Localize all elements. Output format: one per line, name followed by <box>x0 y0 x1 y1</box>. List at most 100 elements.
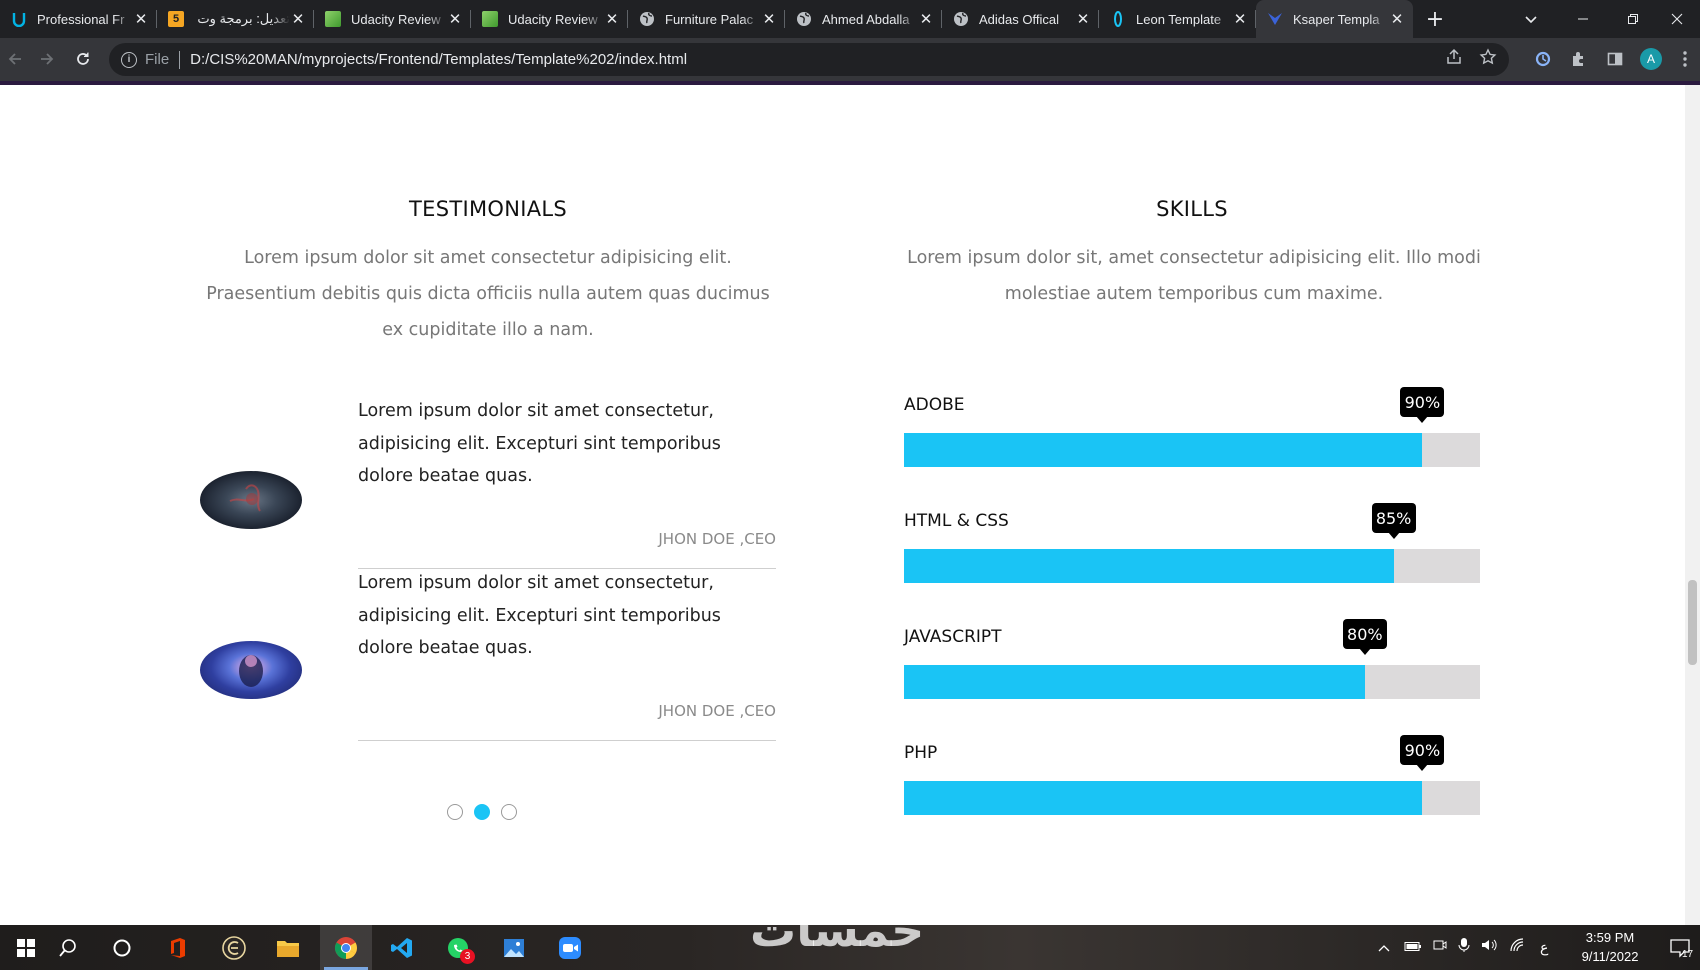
browser-tab[interactable]: Udacity Review ✕ <box>314 0 471 38</box>
notification-badge: 3 <box>460 949 475 964</box>
testimonial-avatar <box>200 641 302 699</box>
file-explorer-icon[interactable] <box>262 925 314 970</box>
browser-tab[interactable]: 5 تعديل: برمجة وت ✕ <box>157 0 314 38</box>
close-icon[interactable]: ✕ <box>133 10 149 28</box>
skill-name: PHP <box>904 743 938 763</box>
close-icon[interactable]: ✕ <box>761 10 777 28</box>
globe-icon <box>795 10 813 28</box>
skill-bar: 90% <box>904 387 1480 467</box>
skill-percent-tooltip: 80% <box>1342 619 1387 655</box>
volume-icon[interactable] <box>1481 938 1499 957</box>
udacity-review-icon <box>324 10 342 28</box>
browser-tab[interactable]: Adidas Offical ✕ <box>942 0 1099 38</box>
udacity-review-icon <box>481 10 499 28</box>
skill-bar-fill <box>904 665 1365 699</box>
office-icon[interactable] <box>152 925 204 970</box>
browser-tab[interactable]: Furniture Palac ✕ <box>628 0 785 38</box>
browser-tab-active[interactable]: Ksaper Templa ✕ <box>1256 0 1413 38</box>
scroll-thumb[interactable] <box>1688 580 1697 665</box>
new-tab-button[interactable]: + <box>1412 0 1458 38</box>
tab-title: تعديل: برمجة وت <box>197 11 290 26</box>
system-tray: ع <box>1378 925 1548 970</box>
carousel-dot[interactable] <box>474 804 490 820</box>
language-indicator[interactable]: ع <box>1540 939 1548 956</box>
tab-title: Furniture Palac <box>665 11 754 27</box>
meet-now-icon[interactable] <box>1433 938 1447 957</box>
page-viewport: TESTIMONIALS Lorem ipsum dolor sit amet … <box>0 85 1700 925</box>
menu-kebab-icon[interactable] <box>1670 44 1700 74</box>
clock-date: 9/11/2022 <box>1581 949 1639 964</box>
udacity-icon <box>10 10 28 28</box>
info-icon[interactable]: i <box>121 51 137 68</box>
extensions-puzzle-icon[interactable] <box>1564 44 1594 74</box>
five-badge-icon: 5 <box>167 10 185 28</box>
close-icon[interactable]: ✕ <box>290 10 306 28</box>
close-window-icon[interactable] <box>1654 0 1700 38</box>
share-icon[interactable] <box>1445 48 1463 71</box>
tab-title: Leon Template <box>1136 11 1222 27</box>
chrome-icon[interactable] <box>320 925 372 970</box>
vscode-icon[interactable] <box>376 925 428 970</box>
tab-search-icon[interactable] <box>1508 0 1554 38</box>
testimonial-quote: Lorem ipsum dolor sit amet consectetur, … <box>358 573 721 658</box>
profile-avatar[interactable]: A <box>1640 48 1662 70</box>
globe-icon <box>952 10 970 28</box>
testimonial-author: JHON DOE ,CEO <box>658 702 776 720</box>
khamsat-watermark: خمسات <box>750 903 926 957</box>
cortana-icon[interactable] <box>96 925 148 970</box>
close-icon[interactable]: ✕ <box>1075 10 1091 28</box>
page-scrollbar[interactable] <box>1685 85 1700 925</box>
minimize-icon[interactable] <box>1560 0 1606 38</box>
leon-icon <box>1109 10 1127 28</box>
reload-icon[interactable] <box>68 44 98 74</box>
zoom-icon[interactable] <box>544 925 596 970</box>
skills-title: SKILLS <box>1156 197 1228 221</box>
microphone-icon[interactable] <box>1458 937 1470 958</box>
app-ce-icon[interactable] <box>208 925 260 970</box>
forward-arrow-icon[interactable] <box>32 44 62 74</box>
skill-name: ADOBE <box>904 395 965 415</box>
bookmark-star-icon[interactable] <box>1479 48 1497 71</box>
back-arrow-icon[interactable] <box>0 44 30 74</box>
battery-icon[interactable] <box>1404 939 1422 957</box>
notification-center-icon[interactable]: 17 <box>1660 925 1700 970</box>
close-icon[interactable]: ✕ <box>447 10 463 28</box>
tab-title: Adidas Offical <box>979 11 1059 27</box>
close-icon[interactable]: ✕ <box>604 10 620 28</box>
carousel-dot[interactable] <box>447 804 463 820</box>
skill-bar-fill <box>904 781 1423 815</box>
browser-tab[interactable]: Udacity Review ✕ <box>471 0 628 38</box>
tray-chevron-icon[interactable] <box>1378 939 1390 957</box>
whatsapp-icon[interactable]: 3 <box>432 925 484 970</box>
close-icon[interactable]: ✕ <box>1232 10 1248 28</box>
skill-percent-tooltip: 90% <box>1400 735 1445 771</box>
address-bar[interactable]: i File D:/CIS%20MAN/myprojects/Frontend/… <box>109 43 1509 76</box>
side-panel-icon[interactable] <box>1600 44 1630 74</box>
photos-icon[interactable] <box>488 925 540 970</box>
notification-count: 17 <box>1682 949 1694 960</box>
skill-name: JAVASCRIPT <box>904 627 1002 647</box>
tab-title: Professional Fr <box>37 11 125 27</box>
testimonial-author: JHON DOE ,CEO <box>658 530 776 548</box>
browser-toolbar: i File D:/CIS%20MAN/myprojects/Frontend/… <box>0 38 1700 81</box>
url-scheme: File <box>145 51 170 68</box>
url-text[interactable]: D:/CIS%20MAN/myprojects/Frontend/Templat… <box>190 51 687 68</box>
browser-tab[interactable]: Leon Template ✕ <box>1099 0 1256 38</box>
tab-title: Udacity Review <box>351 11 441 27</box>
clock-time: 3:59 PM <box>1585 930 1635 945</box>
sync-extension-icon[interactable] <box>1528 44 1558 74</box>
close-icon[interactable]: ✕ <box>918 10 934 28</box>
testimonial-avatar <box>200 471 302 529</box>
skills-description: Lorem ipsum dolor sit, amet consectetur … <box>907 248 1481 304</box>
carousel-dot[interactable] <box>501 804 517 820</box>
close-icon[interactable]: ✕ <box>1389 10 1405 28</box>
browser-tab[interactable]: Ahmed Abdalla ✕ <box>785 0 942 38</box>
restore-icon[interactable] <box>1610 0 1656 38</box>
skill-name: HTML & CSS <box>904 511 1009 531</box>
search-icon[interactable] <box>42 925 94 970</box>
skill-bar: 90% <box>904 735 1480 815</box>
browser-tab[interactable]: Professional Fr ✕ <box>0 0 157 38</box>
taskbar-clock[interactable]: 3:59 PM 9/11/2022 <box>1572 928 1648 966</box>
wifi-icon[interactable] <box>1510 938 1526 957</box>
skill-bar-fill <box>904 433 1423 467</box>
